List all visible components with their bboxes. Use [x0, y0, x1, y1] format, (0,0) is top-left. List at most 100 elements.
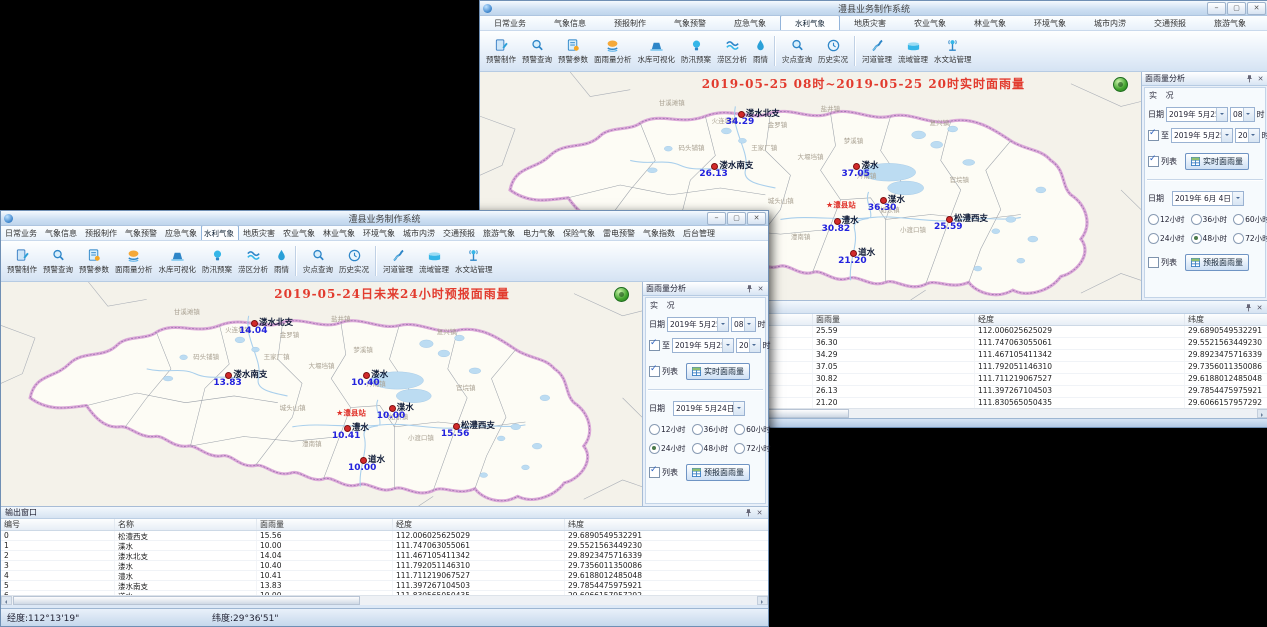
tool-防汛预案[interactable]: 防汛预案 [678, 37, 714, 66]
tool-历史实况[interactable]: 历史实况 [336, 247, 372, 276]
forecast-date-select[interactable]: 2019年 5月24日 [673, 401, 745, 416]
tool-河道管理[interactable]: 河道管理 [380, 247, 416, 276]
map-add-button[interactable] [1113, 77, 1128, 92]
close-icon[interactable] [747, 212, 766, 225]
menu-item-气象预警[interactable]: 气象预警 [121, 227, 161, 240]
tool-预警制作[interactable]: 预警制作 [483, 37, 519, 66]
tool-灾点查询[interactable]: 灾点查询 [300, 247, 336, 276]
menu-item-保险气象[interactable]: 保险气象 [559, 227, 599, 240]
live-date-to-select[interactable]: 2019年 5月25日 [1171, 128, 1233, 143]
tool-历史实况[interactable]: 历史实况 [815, 37, 851, 66]
tool-水文站管理[interactable]: 水文站管理 [931, 37, 975, 66]
map-area[interactable]: 2019-05-24日未来24小时预报面雨量 甘溪滩镇火连坡镇盐井镇金罗镇复兴镇… [1, 282, 643, 506]
menu-item-应急气象[interactable]: 应急气象 [161, 227, 201, 240]
forecast-date-select[interactable]: 2019年 6月 4日 [1172, 191, 1244, 206]
forecast-rain-button[interactable]: 预报面雨量 [686, 464, 750, 481]
tool-预警参数[interactable]: 预警参数 [76, 247, 112, 276]
map-add-button[interactable] [614, 287, 629, 302]
menu-item-气象信息[interactable]: 气象信息 [41, 227, 81, 240]
column-header-面雨量[interactable]: 面雨量 [257, 519, 393, 530]
tool-水库可视化[interactable]: 水库可视化 [156, 247, 200, 276]
minimize-icon[interactable] [707, 212, 726, 225]
radio-36小时[interactable] [692, 424, 703, 435]
table-row[interactable]: 4澧水10.41111.71121906752729.6188012485048 [1, 571, 768, 581]
tool-流域管理[interactable]: 流域管理 [416, 247, 452, 276]
live-hour-to-select[interactable]: 20 [736, 338, 761, 353]
chevron-down-icon[interactable] [722, 339, 733, 352]
menu-item-地质灾害[interactable]: 地质灾害 [239, 227, 279, 240]
menu-item-气象指数[interactable]: 气象指数 [639, 227, 679, 240]
table-row[interactable]: 1渫水10.00111.74706305506129.5521563449230 [1, 541, 768, 551]
tool-预警查询[interactable]: 预警查询 [519, 37, 555, 66]
menu-item-城市内涝[interactable]: 城市内涝 [1080, 17, 1140, 30]
tool-预警参数[interactable]: 预警参数 [555, 37, 591, 66]
menu-item-交通预报[interactable]: 交通预报 [439, 227, 479, 240]
minimize-icon[interactable] [1207, 2, 1226, 15]
column-header-面雨量[interactable]: 面雨量 [813, 314, 975, 325]
menu-item-水利气象[interactable]: 水利气象 [780, 16, 840, 31]
live-date-to-select[interactable]: 2019年 5月25日 [672, 338, 734, 353]
menu-item-应急气象[interactable]: 应急气象 [720, 17, 780, 30]
menu-item-林业气象[interactable]: 林业气象 [319, 227, 359, 240]
menu-item-气象预警[interactable]: 气象预警 [660, 17, 720, 30]
radio-60小时[interactable] [734, 424, 745, 435]
menu-item-环境气象[interactable]: 环境气象 [1020, 17, 1080, 30]
live-hour-to-select[interactable]: 20 [1235, 128, 1260, 143]
chevron-down-icon[interactable] [1216, 108, 1227, 121]
table-row[interactable]: 3溇水10.40111.79205114631029.7356011350086 [1, 561, 768, 571]
table-row[interactable]: 5溇水南支13.83111.39726710450329.78544759759… [1, 581, 768, 591]
radio-48小时[interactable] [1191, 233, 1202, 244]
column-header-纬度[interactable]: 纬度 [1185, 314, 1267, 325]
scroll-right-icon[interactable] [757, 596, 768, 605]
chevron-down-icon[interactable] [1232, 192, 1243, 205]
list-checkbox[interactable] [1148, 257, 1159, 268]
to-checkbox[interactable] [1148, 130, 1159, 141]
menu-item-预报制作[interactable]: 预报制作 [81, 227, 121, 240]
chevron-down-icon[interactable] [1248, 129, 1259, 142]
menu-item-农业气象[interactable]: 农业气象 [900, 17, 960, 30]
live-hour-from-select[interactable]: 08 [731, 317, 756, 332]
menu-item-电力气象[interactable]: 电力气象 [1260, 17, 1267, 30]
scroll-left-icon[interactable] [1, 596, 12, 605]
maximize-icon[interactable] [727, 212, 746, 225]
menu-item-旅游气象[interactable]: 旅游气象 [1200, 17, 1260, 30]
column-header-编号[interactable]: 编号 [1, 519, 115, 530]
column-header-经度[interactable]: 经度 [393, 519, 565, 530]
column-header-经度[interactable]: 经度 [975, 314, 1185, 325]
tool-涝区分析[interactable]: 涝区分析 [714, 37, 750, 66]
to-checkbox[interactable] [649, 340, 660, 351]
tool-灾点查询[interactable]: 灾点查询 [779, 37, 815, 66]
radio-48小时[interactable] [692, 443, 703, 454]
chevron-down-icon[interactable] [733, 402, 744, 415]
close-icon[interactable] [1247, 2, 1266, 15]
chevron-down-icon[interactable] [1221, 129, 1232, 142]
list-checkbox[interactable] [1148, 156, 1159, 167]
column-header-名称[interactable]: 名称 [115, 519, 257, 530]
radio-72小时[interactable] [734, 443, 745, 454]
menu-item-环境气象[interactable]: 环境气象 [359, 227, 399, 240]
radio-12小时[interactable] [649, 424, 660, 435]
table-row[interactable]: 2溇水北支14.04111.46710541134229.89234757163… [1, 551, 768, 561]
list-checkbox[interactable] [649, 467, 660, 478]
radio-60小时[interactable] [1233, 214, 1244, 225]
menu-item-电力气象[interactable]: 电力气象 [519, 227, 559, 240]
menu-item-日常业务[interactable]: 日常业务 [1, 227, 41, 240]
menu-item-地质灾害[interactable]: 地质灾害 [840, 17, 900, 30]
tool-水文站管理[interactable]: 水文站管理 [452, 247, 496, 276]
menu-item-后台管理[interactable]: 后台管理 [679, 227, 719, 240]
menu-item-雷电预警[interactable]: 雷电预警 [599, 227, 639, 240]
menu-item-预报制作[interactable]: 预报制作 [600, 17, 660, 30]
tool-河道管理[interactable]: 河道管理 [859, 37, 895, 66]
tool-涝区分析[interactable]: 涝区分析 [235, 247, 271, 276]
scroll-right-icon[interactable] [1257, 409, 1267, 418]
menu-item-气象信息[interactable]: 气象信息 [540, 17, 600, 30]
column-header-纬度[interactable]: 纬度 [565, 519, 768, 530]
tool-雨情[interactable]: 雨情 [271, 247, 292, 276]
live-date-from-select[interactable]: 2019年 5月25日 [667, 317, 729, 332]
tool-面雨量分析[interactable]: 面雨量分析 [112, 247, 156, 276]
scrollbar-thumb[interactable] [13, 596, 360, 605]
live-rain-button[interactable]: 实时面雨量 [686, 363, 750, 380]
chevron-down-icon[interactable] [717, 318, 728, 331]
pin-icon[interactable] [1245, 74, 1254, 83]
tool-流域管理[interactable]: 流域管理 [895, 37, 931, 66]
